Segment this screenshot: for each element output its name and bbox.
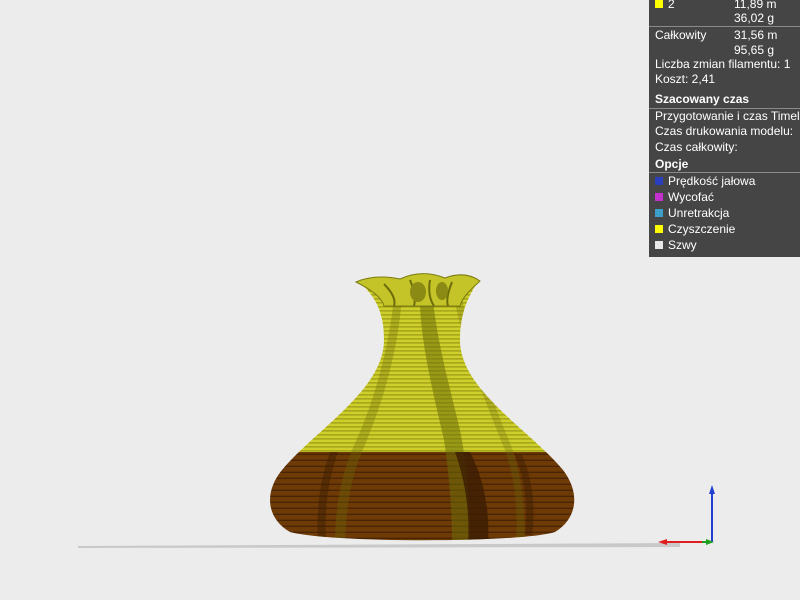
- filament-row: 2: [655, 0, 675, 12]
- option-label: Czyszczenie: [668, 222, 736, 236]
- total-label: Całkowity: [655, 28, 707, 42]
- option-travel[interactable]: Prędkość jałowa: [655, 174, 755, 189]
- options-heading: Opcje: [655, 157, 689, 171]
- filament-color-swatch: [655, 0, 663, 8]
- vase-lower-section: [270, 452, 575, 541]
- option-seams[interactable]: Szwy: [655, 238, 697, 253]
- cost: Koszt: 2,41: [655, 72, 716, 86]
- unretract-swatch-icon: [655, 209, 663, 217]
- divider: [649, 26, 800, 27]
- model-print-time-label: Czas drukowania modelu:: [655, 124, 794, 138]
- travel-swatch-icon: [655, 177, 663, 185]
- total-length: 31,56 m: [734, 28, 778, 42]
- filament-weight: 36,02 g: [734, 11, 775, 25]
- bed-edge-line: [78, 543, 680, 548]
- wipe-swatch-icon: [655, 225, 663, 233]
- total-time-label: Czas całkowity:: [655, 140, 738, 154]
- retract-swatch-icon: [655, 193, 663, 201]
- option-label: Wycofać: [668, 190, 714, 204]
- vase-rim: [354, 273, 481, 307]
- option-unretract[interactable]: Unretrakcja: [655, 206, 729, 221]
- option-retract[interactable]: Wycofać: [655, 190, 714, 205]
- option-wipe[interactable]: Czyszczenie: [655, 222, 735, 237]
- prepare-time-label: Przygotowanie i czas Timelapse:: [655, 109, 800, 123]
- axis-gizmo: [658, 485, 715, 545]
- estimated-time-heading: Szacowany czas: [655, 92, 750, 106]
- divider: [649, 172, 800, 173]
- option-label: Unretrakcja: [668, 206, 730, 220]
- filament-index: 2: [668, 0, 675, 11]
- seams-swatch-icon: [655, 241, 663, 249]
- option-label: Prędkość jałowa: [668, 174, 756, 188]
- filament-changes: Liczba zmian filamentu: 1: [655, 57, 791, 71]
- 3d-preview-viewport[interactable]: 2 11,89 m 36,02 g Całkowity 31,56 m 95,6…: [0, 0, 800, 600]
- option-label: Szwy: [668, 238, 697, 252]
- total-weight: 95,65 g: [734, 43, 775, 57]
- vase-model[interactable]: [250, 270, 590, 552]
- legend-panel[interactable]: 2 11,89 m 36,02 g Całkowity 31,56 m 95,6…: [649, 0, 800, 257]
